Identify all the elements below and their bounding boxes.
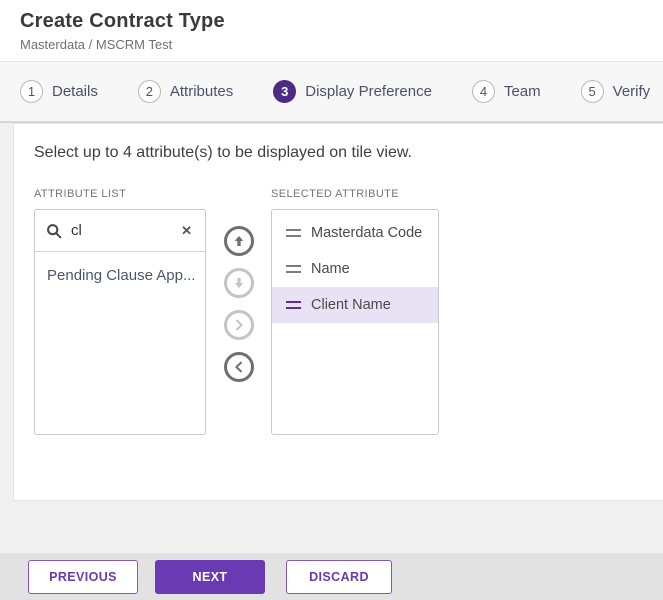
discard-button[interactable]: DISCARD xyxy=(286,559,392,594)
previous-button[interactable]: PREVIOUS xyxy=(28,559,138,594)
chevron-right-icon xyxy=(235,319,243,331)
search-icon xyxy=(46,223,62,239)
step-number-badge: 1 xyxy=(20,80,43,103)
page-header: Create Contract Type Masterdata / MSCRM … xyxy=(0,0,663,62)
step-label: Display Preference xyxy=(305,83,432,100)
attribute-list: Pending Clause App... xyxy=(35,252,205,292)
move-down-button[interactable] xyxy=(223,268,254,298)
attribute-list-panel: ✕ Pending Clause App... xyxy=(34,209,206,435)
attribute-list-item[interactable]: Pending Clause App... xyxy=(35,258,205,292)
selected-attribute-column: SELECTED ATTRIBUTE Masterdata Code Name xyxy=(271,188,439,435)
step-attributes[interactable]: 2 Attributes xyxy=(137,80,234,103)
drag-handle-icon[interactable] xyxy=(286,229,301,237)
selected-attribute-label: Client Name xyxy=(311,297,391,313)
step-number-badge: 5 xyxy=(580,80,604,103)
move-up-button[interactable] xyxy=(223,226,254,256)
breadcrumb: Masterdata / MSCRM Test xyxy=(20,37,173,52)
move-right-button[interactable] xyxy=(223,310,254,340)
step-verify[interactable]: 5 Verify xyxy=(580,80,651,103)
attribute-search-row: ✕ xyxy=(35,210,205,252)
wizard-steps-bar: 1 Details 2 Attributes 3 Display Prefere… xyxy=(0,62,663,123)
selected-attribute-row[interactable]: Name xyxy=(272,251,438,287)
chevron-left-icon xyxy=(234,361,242,373)
selected-attribute-heading: SELECTED ATTRIBUTE xyxy=(271,188,400,200)
step-details[interactable]: 1 Details xyxy=(20,80,98,103)
display-preference-card: Select up to 4 attribute(s) to be displa… xyxy=(13,123,663,501)
step-label: Verify xyxy=(612,83,651,100)
transfer-arrows-column xyxy=(206,188,271,382)
instruction-text: Select up to 4 attribute(s) to be displa… xyxy=(34,144,412,161)
arrow-down-icon xyxy=(234,278,243,288)
step-display-preference[interactable]: 3 Display Preference xyxy=(273,80,432,103)
selected-attribute-label: Name xyxy=(311,261,350,277)
clear-search-icon[interactable]: ✕ xyxy=(178,221,195,241)
create-contract-type-screen: Create Contract Type Masterdata / MSCRM … xyxy=(0,0,663,600)
drag-handle-icon[interactable] xyxy=(286,301,301,309)
selected-attribute-label: Masterdata Code xyxy=(311,225,423,241)
page-title: Create Contract Type xyxy=(20,10,225,32)
step-label: Team xyxy=(503,83,541,100)
selected-attribute-panel: Masterdata Code Name Client Name xyxy=(271,209,439,435)
drag-handle-icon[interactable] xyxy=(286,265,301,273)
arrow-up-icon xyxy=(234,236,243,246)
attribute-search-input[interactable] xyxy=(71,222,179,239)
selected-attribute-row-highlighted[interactable]: Client Name xyxy=(272,287,438,323)
step-label: Details xyxy=(52,83,98,100)
wizard-footer-bar: PREVIOUS NEXT DISCARD xyxy=(0,553,663,600)
step-team[interactable]: 4 Team xyxy=(471,80,541,103)
attribute-panels: ATTRIBUTE LIST ✕ xyxy=(34,188,643,435)
step-number-badge-active: 3 xyxy=(273,80,297,103)
selected-attribute-row[interactable]: Masterdata Code xyxy=(272,215,438,251)
step-label: Attributes xyxy=(169,83,234,100)
content-background: Select up to 4 attribute(s) to be displa… xyxy=(0,123,663,553)
step-number-badge: 2 xyxy=(137,80,161,103)
attribute-list-column: ATTRIBUTE LIST ✕ xyxy=(34,188,206,435)
next-button[interactable]: NEXT xyxy=(155,559,265,594)
attribute-list-heading: ATTRIBUTE LIST xyxy=(34,188,127,200)
step-number-badge: 4 xyxy=(471,80,495,103)
move-left-button[interactable] xyxy=(223,352,254,382)
